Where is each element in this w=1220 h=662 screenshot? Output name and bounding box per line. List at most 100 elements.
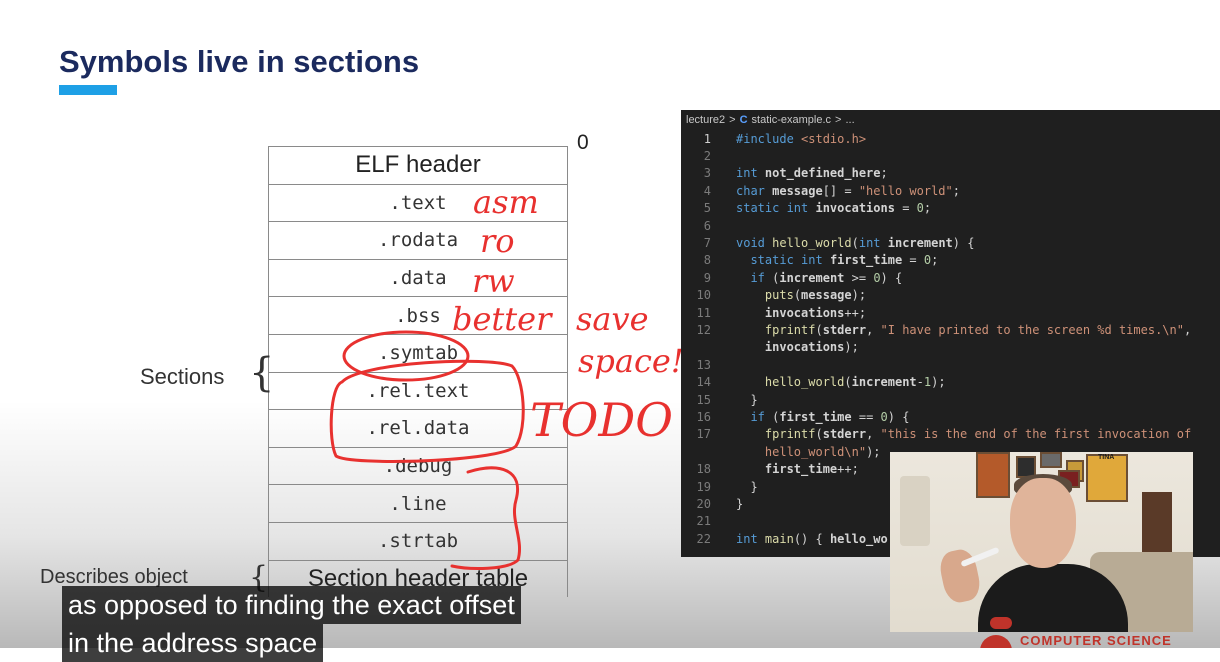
code-token: static int xyxy=(736,201,816,216)
code-text: } xyxy=(736,479,758,494)
breadcrumb-file[interactable]: static-example.c xyxy=(752,114,831,126)
code-line[interactable]: 2 xyxy=(681,147,1220,164)
channel-badge-text: COMPUTER SCIENCE xyxy=(1020,633,1172,648)
code-token: } xyxy=(736,479,758,494)
c-file-icon: C xyxy=(739,114,748,126)
code-token: - xyxy=(916,375,924,390)
subtitle-line-1: as opposed to finding the exact offset xyxy=(62,586,521,624)
code-token: void xyxy=(736,236,773,251)
code-token: increment xyxy=(887,236,953,251)
code-line[interactable]: 16 if (first_time == 0) { xyxy=(681,408,1220,425)
code-line[interactable]: 7 void hello_world(int increment) { xyxy=(681,234,1220,251)
code-token: first_time xyxy=(829,253,903,268)
code-token: ) { xyxy=(887,409,910,424)
code-line[interactable]: invocations); xyxy=(681,339,1220,356)
code-token: invocations xyxy=(815,201,895,216)
code-token: , xyxy=(1183,322,1192,337)
code-line[interactable]: 5 static int invocations = 0; xyxy=(681,200,1220,217)
code-line[interactable]: 4 char message[] = "hello world"; xyxy=(681,182,1220,199)
code-line[interactable]: 12 fprintf(stderr, "I have printed to th… xyxy=(681,321,1220,338)
line-number: 12 xyxy=(696,322,711,337)
code-token: ++; xyxy=(837,462,859,477)
code-token: ; xyxy=(923,201,932,216)
code-text: int not_defined_here; xyxy=(736,166,888,180)
webcam-frame-5 xyxy=(1086,454,1128,502)
code-token: fprintf xyxy=(764,322,816,337)
code-token: invocations xyxy=(764,340,845,355)
code-line[interactable]: 8 static int first_time = 0; xyxy=(681,252,1220,269)
code-line[interactable]: 11 invocations++; xyxy=(681,304,1220,321)
line-number: 1 xyxy=(703,131,711,146)
code-line[interactable]: 3 int not_defined_here; xyxy=(681,165,1220,182)
code-token: increment xyxy=(851,375,917,390)
code-token: hello_world xyxy=(764,375,845,390)
code-line[interactable]: 15 } xyxy=(681,391,1220,408)
code-token: ); xyxy=(851,288,867,303)
elf-row-line: .line xyxy=(268,484,568,522)
elf-row-data: .data xyxy=(268,258,568,297)
elf-row-debug: .debug xyxy=(268,446,568,485)
code-token: char xyxy=(736,183,773,198)
code-token: "this is the end of the first invocation… xyxy=(880,427,1192,442)
code-text: fprintf(stderr, "this is the end of the … xyxy=(736,427,1191,441)
line-number: 16 xyxy=(696,409,711,424)
code-token: , xyxy=(866,322,881,337)
code-line[interactable]: 13 xyxy=(681,356,1220,373)
code-token: "hello world" xyxy=(858,183,953,198)
code-token: if xyxy=(750,409,773,424)
elf-row-strtab: .strtab xyxy=(268,521,568,560)
channel-badge: COMPUTER SCIENCE xyxy=(976,633,1220,648)
code-line[interactable]: 1 #include <stdio.h> xyxy=(681,130,1220,147)
sections-label: Sections xyxy=(140,364,225,389)
code-text: invocations); xyxy=(736,340,859,354)
elf-row-symtab: .symtab xyxy=(268,333,568,372)
code-token: ); xyxy=(866,444,881,459)
presenter-shirt-logo xyxy=(990,617,1012,629)
elf-row-rel-data: .rel.data xyxy=(268,409,568,447)
line-number: 4 xyxy=(703,183,711,198)
code-line[interactable]: 9 if (increment >= 0) { xyxy=(681,269,1220,286)
line-number: 10 xyxy=(696,288,711,303)
code-line[interactable]: 6 xyxy=(681,217,1220,234)
code-text: first_time++; xyxy=(736,462,859,476)
code-token: ( xyxy=(844,375,852,390)
code-token: stderr xyxy=(822,322,867,337)
code-line[interactable]: 14 hello_world(increment-1); xyxy=(681,373,1220,390)
code-token: ; xyxy=(931,253,939,268)
code-token: if xyxy=(750,270,773,285)
code-token: ++; xyxy=(844,305,867,320)
code-text: } xyxy=(736,392,758,407)
code-token: int xyxy=(736,166,765,181)
sections-brace: { xyxy=(249,350,275,396)
code-token: == xyxy=(851,409,881,424)
code-token: fprintf xyxy=(764,427,816,442)
code-line[interactable]: 10 puts(message); xyxy=(681,287,1220,304)
code-token: int xyxy=(858,236,888,251)
code-token: main xyxy=(764,531,794,546)
line-number: 6 xyxy=(703,218,711,233)
line-number: 7 xyxy=(703,236,711,251)
code-token: increment xyxy=(779,270,845,285)
editor-breadcrumb[interactable]: lecture2 > C static-example.c > ... xyxy=(681,110,1220,130)
subtitle-line-2: in the address space xyxy=(62,624,324,662)
breadcrumb-chevron-icon: > xyxy=(729,114,736,126)
elf-row-text: .text xyxy=(268,183,568,222)
code-text: invocations++; xyxy=(736,306,866,320)
webcam-frame-3 xyxy=(1040,452,1062,468)
code-token: message xyxy=(772,183,823,198)
code-token: ( xyxy=(851,236,859,251)
code-token: = xyxy=(902,253,924,268)
line-number: 17 xyxy=(696,427,711,442)
code-token: } xyxy=(736,392,758,407)
title-accent-bar xyxy=(59,85,117,95)
code-text: static int first_time = 0; xyxy=(736,253,938,267)
line-number: 14 xyxy=(696,375,711,390)
breadcrumb-folder[interactable]: lecture2 xyxy=(686,114,725,126)
code-line[interactable]: 17 fprintf(stderr, "this is the end of t… xyxy=(681,426,1220,443)
breadcrumb-more[interactable]: ... xyxy=(845,114,854,126)
